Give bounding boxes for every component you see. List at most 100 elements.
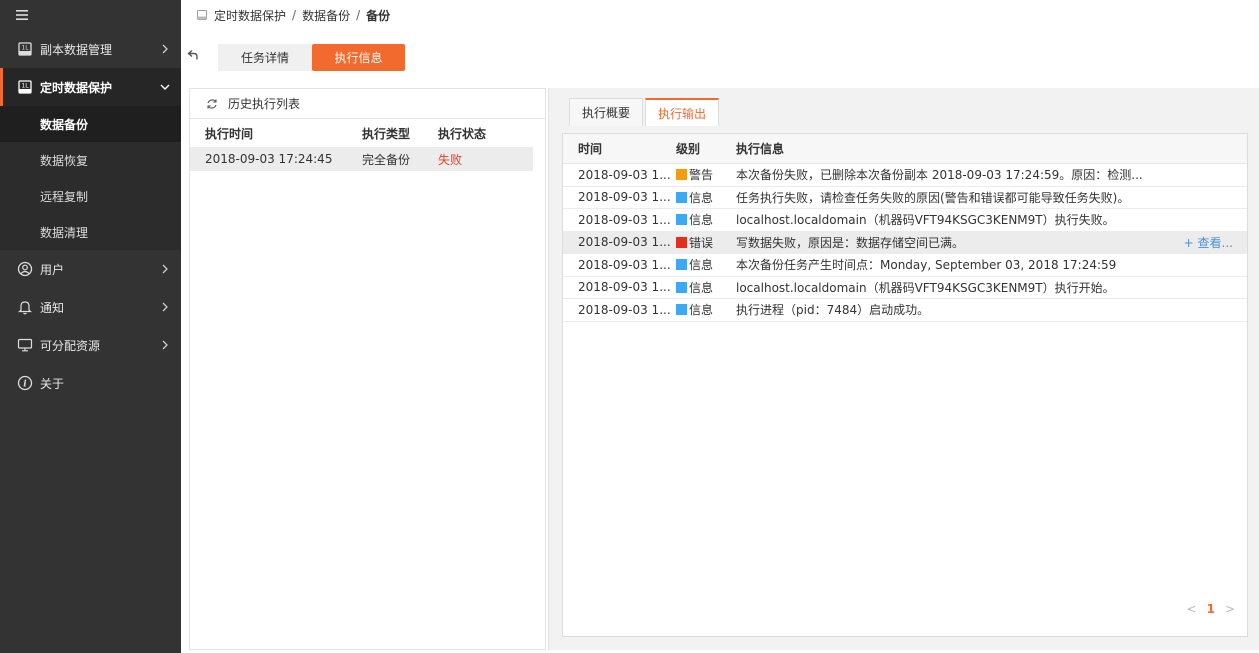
log-level: 信息 (676, 256, 736, 273)
breadcrumb-separator: / (356, 8, 361, 22)
view-more-link[interactable]: + 查看... (1184, 234, 1233, 251)
column-header: 执行状态 (438, 126, 487, 141)
tab-exec-summary[interactable]: 执行概要 (569, 98, 644, 126)
log-row[interactable]: 2018-09-03 1... 信息 执行进程（pid：7484）启动成功。 (563, 299, 1247, 322)
history-time: 2018-09-03 17:24:45 (205, 152, 333, 166)
log-time: 2018-09-03 1... (578, 257, 671, 272)
back-icon[interactable] (187, 49, 201, 63)
sidebar: 1L 副本数据管理 1L 定时数据保护 数据备份 数据恢复 远程复制 数据清理 … (0, 0, 181, 653)
log-time: 2018-09-03 1... (578, 190, 671, 205)
sidebar-item-label: 关于 (40, 376, 65, 391)
history-title: 历史执行列表 (228, 97, 301, 111)
sidebar-item-about[interactable]: i 关于 (0, 364, 181, 402)
log-message: localhost.localdomain（机器码VFT94KSGC3KENM9… (736, 280, 1115, 295)
menu-toggle-icon[interactable] (0, 0, 181, 30)
log-row[interactable]: 2018-09-03 1... 信息 localhost.localdomain（机… (563, 209, 1247, 232)
chevron-right-icon (159, 339, 171, 351)
sidebar-item-label: 通知 (40, 300, 65, 315)
column-header: 执行时间 (205, 126, 254, 141)
sidebar-sub-data-cleanup[interactable]: 数据清理 (0, 214, 181, 250)
top-tabs: 任务详情 执行信息 (218, 44, 405, 71)
history-header: 历史执行列表 (190, 89, 545, 119)
log-time: 2018-09-03 1... (578, 280, 671, 295)
log-rows: 2018-09-03 1... 警告 本次备份失败，已删除本次备份副本 2018-0… (563, 164, 1247, 322)
log-message: 执行进程（pid：7484）启动成功。 (736, 303, 930, 318)
sidebar-sub-remote-copy[interactable]: 远程复制 (0, 178, 181, 214)
column-header: 时间 (578, 142, 603, 156)
log-time: 2018-09-03 1... (578, 212, 671, 227)
level-color-icon (676, 214, 687, 226)
log-level: 信息 (676, 211, 736, 228)
log-table-header: 时间 级别 执行信息 (563, 134, 1247, 164)
breadcrumb-home-icon (196, 9, 208, 21)
log-level: 信息 (676, 301, 736, 318)
log-row[interactable]: 2018-09-03 1... 警告 本次备份失败，已删除本次备份副本 2018-0… (563, 164, 1247, 187)
log-time: 2018-09-03 1... (578, 167, 671, 182)
bell-icon (16, 298, 34, 316)
svg-text:i: i (23, 380, 27, 390)
log-level-label: 错误 (689, 235, 714, 250)
log-level-label: 信息 (689, 303, 714, 318)
level-color-icon (676, 236, 687, 248)
history-type: 完全备份 (362, 152, 411, 167)
log-row[interactable]: 2018-09-03 1... 错误 写数据失败，原因是：数据存储空间已满。 + 查看… (563, 231, 1247, 254)
tab-exec-output[interactable]: 执行输出 (645, 98, 720, 126)
log-level: 错误 (676, 234, 736, 251)
log-row[interactable]: 2018-09-03 1... 信息 localhost.localdomain（机… (563, 277, 1247, 299)
copy-data-icon: 1L (16, 40, 34, 58)
log-level: 警告 (676, 166, 736, 183)
level-color-icon (676, 259, 687, 271)
column-header: 执行类型 (362, 126, 411, 141)
history-row[interactable]: 2018-09-03 17:24:45 完全备份 失败 (190, 147, 533, 171)
level-color-icon (676, 169, 687, 181)
breadcrumb: 定时数据保护 / 数据备份 / 备份 (196, 6, 390, 24)
column-header: 执行信息 (736, 142, 785, 156)
breadcrumb-item[interactable]: 数据备份 (302, 7, 350, 24)
chevron-down-icon (159, 81, 171, 93)
prev-page-button[interactable]: < (1187, 602, 1197, 616)
log-message: 写数据失败，原因是：数据存储空间已满。 (736, 235, 965, 250)
sidebar-sub-data-restore[interactable]: 数据恢复 (0, 142, 181, 178)
column-header: 级别 (676, 142, 701, 156)
exec-tabs: 执行概要 执行输出 (569, 98, 721, 126)
log-level-label: 信息 (689, 258, 714, 273)
sidebar-item-copy-data[interactable]: 1L 副本数据管理 (0, 30, 181, 68)
log-row[interactable]: 2018-09-03 1... 信息 本次备份任务产生时间点：Monday, Sep… (563, 254, 1247, 277)
pagination: < 1 > (1187, 602, 1235, 616)
exec-output-content: 时间 级别 执行信息 2018-09-03 1... 警告 本次备份失败，已删除本次… (562, 133, 1248, 637)
page-number-button[interactable]: 1 (1207, 602, 1215, 616)
sidebar-item-scheduled-protect[interactable]: 1L 定时数据保护 (0, 68, 181, 106)
sidebar-item-resources[interactable]: 可分配资源 (0, 326, 181, 364)
log-message: 本次备份失败，已删除本次备份副本 2018-09-03 17:24:59。原因：… (736, 168, 1143, 183)
tab-exec-info[interactable]: 执行信息 (312, 44, 405, 71)
chevron-right-icon (159, 301, 171, 313)
log-level-label: 信息 (689, 280, 714, 295)
svg-text:1L: 1L (21, 83, 29, 90)
sidebar-item-label: 用户 (40, 262, 65, 277)
chevron-right-icon (159, 263, 171, 275)
tab-task-detail[interactable]: 任务详情 (218, 44, 312, 71)
level-color-icon (676, 304, 687, 316)
log-message: 任务执行失败，请检查任务失败的原因(警告和错误都可能导致任务失败)。 (736, 190, 1130, 205)
sidebar-sub-data-backup[interactable]: 数据备份 (0, 106, 181, 142)
sidebar-item-label: 可分配资源 (40, 338, 101, 353)
log-message: 本次备份任务产生时间点：Monday, September 03, 2018 1… (736, 258, 1117, 273)
user-icon (16, 260, 34, 278)
log-time: 2018-09-03 1... (578, 235, 671, 250)
info-icon: i (16, 374, 34, 392)
log-level: 信息 (676, 279, 736, 296)
chevron-right-icon (159, 43, 171, 55)
breadcrumb-item[interactable]: 定时数据保护 (214, 7, 286, 24)
history-table-header: 执行时间 执行类型 执行状态 (190, 119, 545, 147)
history-panel: 历史执行列表 执行时间 执行类型 执行状态 2018-09-03 17:24:4… (189, 88, 546, 650)
next-page-button[interactable]: > (1225, 602, 1235, 616)
svg-text:1L: 1L (21, 45, 29, 52)
log-row[interactable]: 2018-09-03 1... 信息 任务执行失败，请检查任务失败的原因(警告和错误… (563, 187, 1247, 209)
sidebar-item-label: 定时数据保护 (40, 80, 113, 95)
refresh-icon[interactable] (206, 98, 218, 110)
sidebar-item-user[interactable]: 用户 (0, 250, 181, 288)
sidebar-item-notify[interactable]: 通知 (0, 288, 181, 326)
exec-panel: 执行概要 执行输出 时间 级别 执行信息 2018-09-03 1... 警告 本次… (548, 88, 1259, 650)
log-time: 2018-09-03 1... (578, 302, 671, 317)
level-color-icon (676, 281, 687, 293)
